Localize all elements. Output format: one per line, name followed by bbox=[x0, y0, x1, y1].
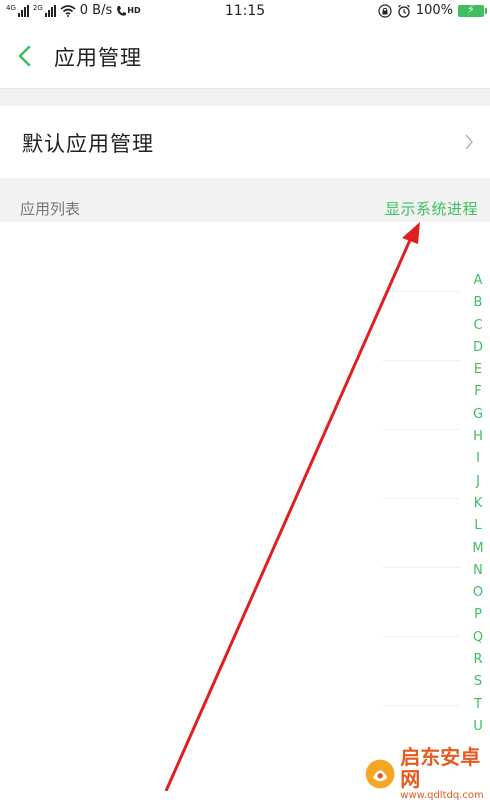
watermark-url: www.qdltdq.com bbox=[400, 790, 484, 801]
app-list-label: 应用列表 bbox=[20, 200, 81, 218]
alpha-index-letter[interactable]: T bbox=[474, 694, 482, 716]
page-title: 应用管理 bbox=[54, 46, 142, 70]
header: 应用管理 bbox=[0, 24, 490, 88]
default-apps-label: 默认应用管理 bbox=[22, 132, 154, 156]
watermark-title: 启东安卓网 bbox=[400, 745, 481, 791]
chevron-right-icon bbox=[465, 134, 473, 150]
show-system-processes-button[interactable]: 显示系统进程 bbox=[385, 198, 478, 219]
alpha-index-letter[interactable]: N bbox=[473, 560, 483, 582]
lock-rotation-icon bbox=[378, 3, 392, 18]
list-divider bbox=[382, 636, 460, 637]
alpha-index-letter[interactable]: B bbox=[474, 292, 483, 314]
battery-percent: 100% bbox=[415, 3, 453, 18]
alpha-index-letter[interactable]: P bbox=[474, 604, 482, 626]
alarm-icon bbox=[397, 4, 410, 18]
alpha-index-letter[interactable]: E bbox=[474, 359, 482, 381]
alpha-index-letter[interactable]: D bbox=[473, 337, 483, 359]
list-divider bbox=[382, 567, 460, 568]
section-gap bbox=[0, 88, 490, 107]
alpha-index-letter[interactable]: O bbox=[473, 582, 483, 604]
alpha-index-letter[interactable]: M bbox=[472, 538, 483, 560]
alpha-index-letter[interactable]: C bbox=[473, 315, 482, 337]
alpha-index-letter[interactable]: Q bbox=[473, 627, 483, 649]
list-divider bbox=[382, 705, 460, 706]
alpha-index-letter[interactable]: A bbox=[474, 270, 483, 292]
app-list bbox=[0, 222, 490, 791]
alpha-index-letter[interactable]: J bbox=[476, 471, 480, 493]
alpha-index-letter[interactable]: H bbox=[473, 426, 483, 448]
default-apps-row[interactable]: 默认应用管理 bbox=[0, 106, 490, 178]
alpha-index-letter[interactable]: K bbox=[474, 493, 483, 515]
alpha-index-letter[interactable]: L bbox=[474, 515, 481, 537]
list-divider bbox=[382, 291, 460, 292]
alpha-index-letter[interactable]: G bbox=[473, 404, 483, 426]
back-arrow-icon[interactable] bbox=[14, 44, 38, 68]
alpha-index-letter[interactable]: U bbox=[473, 716, 483, 738]
battery-charging-icon: ⚡ bbox=[458, 3, 487, 17]
watermark-logo-icon bbox=[365, 759, 395, 789]
alpha-index-letter[interactable]: R bbox=[473, 649, 482, 671]
status-bar: 4G 2G 0 B/s HD 11:15 100% ⚡ bbox=[0, 0, 490, 24]
list-divider bbox=[382, 498, 460, 499]
watermark: 启东安卓网 www.qdltdq.com bbox=[364, 746, 490, 802]
list-divider bbox=[382, 360, 460, 361]
list-divider bbox=[382, 429, 460, 430]
alpha-index-letter[interactable]: S bbox=[474, 671, 482, 693]
alphabet-index[interactable]: ABCDEFGHIJKLMNOPQRSTU bbox=[470, 270, 486, 738]
alpha-index-letter[interactable]: I bbox=[476, 448, 480, 470]
alpha-index-letter[interactable]: F bbox=[474, 381, 481, 403]
app-list-header: 应用列表 显示系统进程 bbox=[0, 178, 490, 222]
